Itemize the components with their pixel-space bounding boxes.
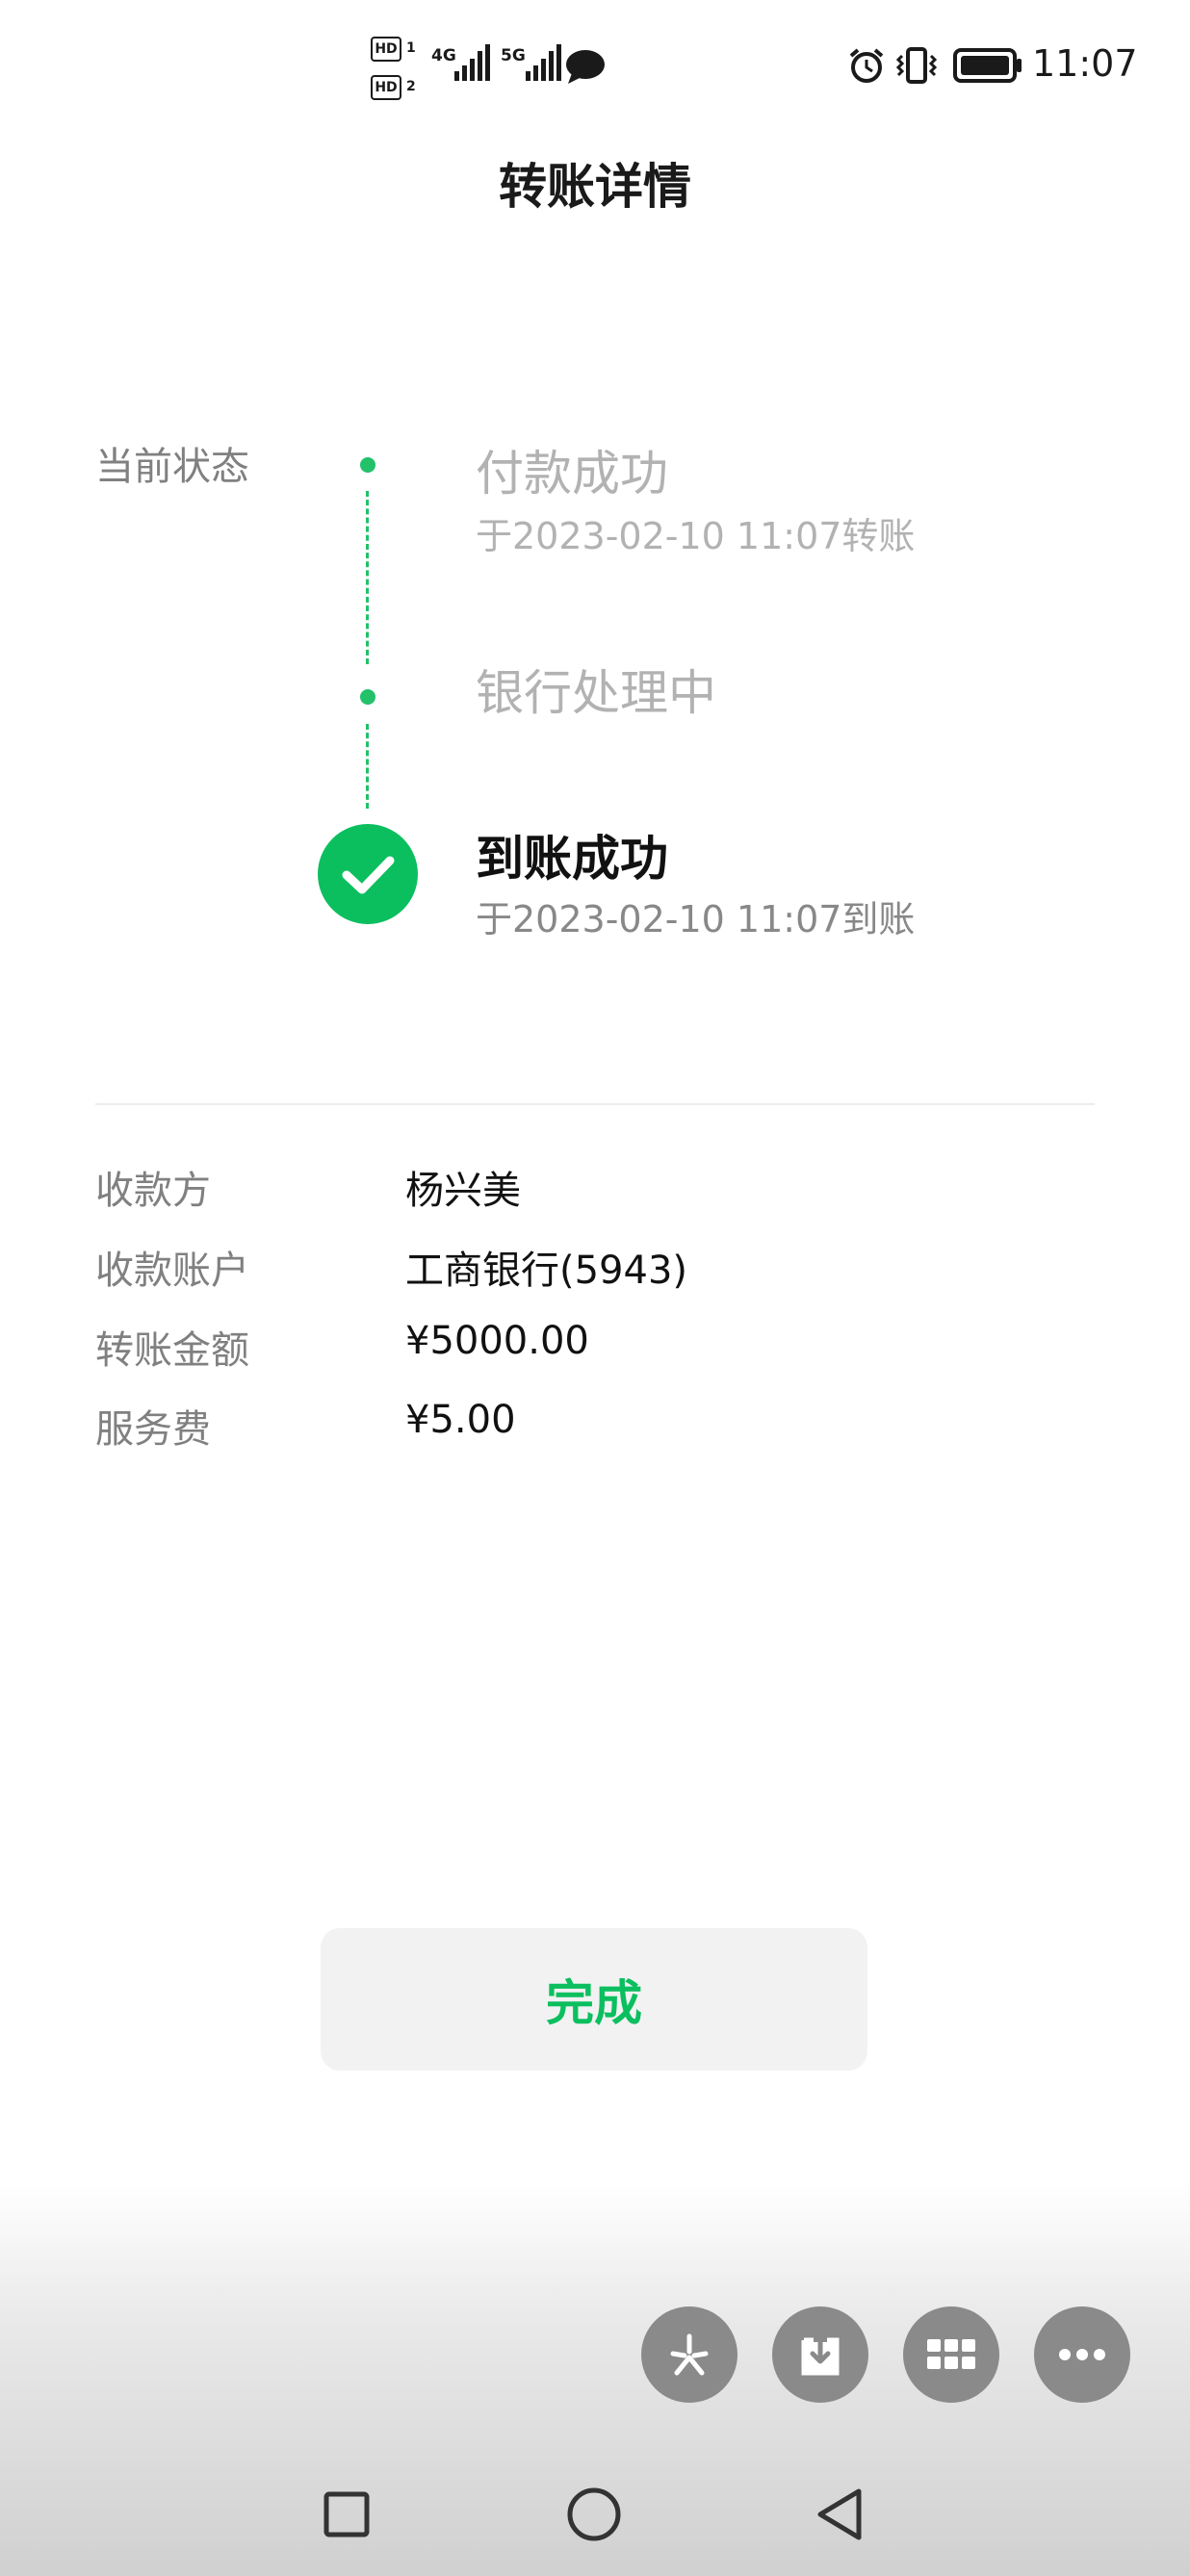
timeline-connector — [366, 724, 369, 809]
recent-apps-button[interactable] — [316, 2484, 377, 2545]
timeline-dot-processing — [360, 689, 375, 705]
recent-apps-icon — [323, 2491, 370, 2537]
back-button[interactable] — [809, 2484, 870, 2545]
home-button[interactable] — [563, 2484, 625, 2545]
floating-grid-button[interactable] — [903, 2306, 999, 2403]
hd2-badge: HD — [371, 75, 401, 100]
divider — [95, 1103, 1095, 1105]
signal-4g-icon — [454, 44, 490, 81]
hd2-label: HD — [375, 80, 398, 95]
network-5g-label: 5G — [501, 46, 526, 65]
signal-5g-icon — [526, 44, 561, 81]
done-button[interactable]: 完成 — [321, 1928, 867, 2071]
floating-sparkle-button[interactable] — [641, 2306, 737, 2403]
grid-icon — [927, 2339, 975, 2369]
step-processing-title: 银行处理中 — [476, 665, 716, 721]
service-fee-label: 服务费 — [95, 1407, 211, 1452]
home-icon — [567, 2487, 621, 2541]
hd1-badge: HD — [371, 37, 401, 62]
payee-account-label: 收款账户 — [95, 1249, 249, 1293]
sparkle-icon — [670, 2333, 709, 2376]
payee-account-value: 工商银行(5943) — [405, 1249, 688, 1293]
hd1-sub: 1 — [406, 40, 416, 56]
download-icon — [801, 2337, 840, 2376]
step-paid-subtitle: 于2023-02-10 11:07转账 — [476, 515, 916, 557]
step-arrived-title: 到账成功 — [476, 831, 668, 887]
vibrate-icon — [895, 47, 938, 84]
more-icon — [1059, 2349, 1105, 2360]
step-paid-title: 付款成功 — [476, 446, 668, 502]
step-arrived-subtitle: 于2023-02-10 11:07到账 — [476, 898, 916, 940]
floating-download-button[interactable] — [772, 2306, 868, 2403]
payee-label: 收款方 — [95, 1169, 211, 1213]
message-bubble-icon — [566, 50, 605, 84]
status-bar: HD 1 HD 2 4G 5G 11:07 — [0, 0, 1190, 125]
hd2-sub: 2 — [406, 79, 416, 94]
back-icon — [817, 2488, 862, 2540]
battery-icon — [953, 48, 1022, 83]
page-title: 转账详情 — [499, 159, 691, 215]
status-time: 11:07 — [1032, 42, 1138, 85]
current-status-label: 当前状态 — [95, 445, 249, 489]
timeline-connector — [366, 491, 369, 664]
amount-value: ¥5000.00 — [405, 1319, 589, 1363]
amount-label: 转账金额 — [95, 1328, 249, 1373]
success-check-icon — [318, 824, 418, 924]
service-fee-value: ¥5.00 — [405, 1398, 516, 1442]
alarm-icon — [849, 48, 884, 83]
hd1-label: HD — [375, 41, 398, 57]
floating-more-button[interactable] — [1034, 2306, 1130, 2403]
timeline-dot-paid — [360, 457, 375, 473]
payee-value: 杨兴美 — [405, 1169, 521, 1213]
